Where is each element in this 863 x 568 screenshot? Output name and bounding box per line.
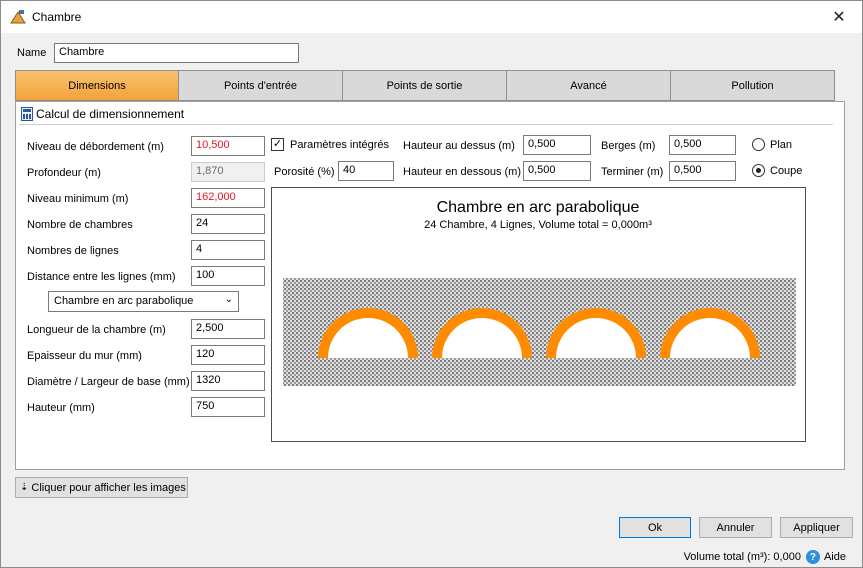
row-distance-label: Distance entre les lignes (mm) <box>27 271 176 283</box>
overflow-level-input[interactable]: 10,500 <box>191 136 265 156</box>
show-images-button[interactable]: ⇣ Cliquer pour afficher les images <box>15 477 188 498</box>
section-header: Calcul de dimensionnement <box>19 105 833 125</box>
chamber-type-select[interactable]: Chambre en arc parabolique ⌄ <box>48 291 239 312</box>
porosity-input[interactable]: 40 <box>338 161 394 181</box>
close-button[interactable]: ✕ <box>816 1 862 32</box>
tab-exit-points[interactable]: Points de sortie <box>343 70 507 101</box>
height-below-label: Hauteur en dessous (m) <box>403 166 521 178</box>
cross-section-drawing: Chambre en arc parabolique 24 Chambre, 4… <box>283 199 796 386</box>
height-input[interactable]: 750 <box>191 397 265 417</box>
cross-section-preview: Chambre en arc parabolique 24 Chambre, 4… <box>271 187 806 442</box>
section-label: Coupe <box>770 165 803 177</box>
height-below-input[interactable]: 0,500 <box>523 161 591 181</box>
row-count-label: Nombres de lignes <box>27 245 119 257</box>
banks-label: Berges (m) <box>601 140 656 152</box>
base-width-input[interactable]: 1320 <box>191 371 265 391</box>
chamber-length-input[interactable]: 2,500 <box>191 319 265 339</box>
check-icon: ✓ <box>272 138 283 150</box>
tab-bar: Dimensions Points d'entrée Points de sor… <box>15 70 835 101</box>
cancel-button[interactable]: Annuler <box>699 517 772 538</box>
chambre-dialog: Chambre ✕ Name Chambre Dimensions Points… <box>0 0 863 568</box>
porosity-label: Porosité (%) <box>274 166 335 178</box>
close-icon: ✕ <box>832 8 846 26</box>
chamber-count-label: Nombre de chambres <box>27 219 133 231</box>
total-volume-text: Volume total (m³): 0,000 <box>683 551 801 563</box>
name-label: Name <box>17 47 47 59</box>
depth-input: 1,870 <box>191 162 265 182</box>
wall-thickness-input[interactable]: 120 <box>191 345 265 365</box>
apply-button[interactable]: Appliquer <box>780 517 853 538</box>
double-chevron-down-icon: ⇣ <box>20 482 29 493</box>
finish-label: Terminer (m) <box>601 166 664 178</box>
plan-radio[interactable] <box>752 138 765 151</box>
chevron-down-icon: ⌄ <box>224 294 233 305</box>
title-bar: Chambre ✕ <box>1 1 862 33</box>
height-above-input[interactable]: 0,500 <box>523 135 591 155</box>
overflow-level-label: Niveau de débordement (m) <box>27 141 164 153</box>
tab-dimensions[interactable]: Dimensions <box>15 70 179 101</box>
height-above-label: Hauteur au dessus (m) <box>403 140 515 152</box>
chamber-count-input[interactable]: 24 <box>191 214 265 234</box>
integrated-params-label: Paramètres intégrés <box>290 139 390 151</box>
window-title: Chambre <box>32 10 82 24</box>
base-width-label: Diamètre / Largeur de base (mm) <box>27 376 190 388</box>
name-input[interactable]: Chambre <box>54 43 299 63</box>
row-distance-input[interactable]: 100 <box>191 266 265 286</box>
help-icon[interactable]: ? <box>805 550 820 564</box>
show-images-label: Cliquer pour afficher les images <box>31 481 186 494</box>
status-bar: Volume total (m³): 0,000 ? Aide <box>684 550 846 564</box>
minimum-level-label: Niveau minimum (m) <box>27 193 129 205</box>
wall-thickness-label: Epaisseur du mur (mm) <box>27 350 142 362</box>
tab-entry-points[interactable]: Points d'entrée <box>179 70 343 101</box>
plan-label: Plan <box>770 139 793 151</box>
help-link[interactable]: Aide <box>824 551 846 563</box>
minimum-level-input[interactable]: 162,000 <box>191 188 265 208</box>
preview-subtitle: 24 Chambre, 4 Lignes, Volume total = 0,0… <box>424 219 652 231</box>
app-icon <box>10 10 26 24</box>
chamber-length-label: Longueur de la chambre (m) <box>27 324 166 336</box>
height-label: Hauteur (mm) <box>27 402 95 414</box>
banks-input[interactable]: 0,500 <box>669 135 736 155</box>
integrated-params-checkbox[interactable]: ✓ <box>271 138 284 151</box>
calculator-icon <box>21 107 33 121</box>
ok-button[interactable]: Ok <box>619 517 691 538</box>
preview-title: Chambre en arc parabolique <box>437 199 640 216</box>
row-count-input[interactable]: 4 <box>191 240 265 260</box>
finish-input[interactable]: 0,500 <box>669 161 736 181</box>
chamber-type-value: Chambre en arc parabolique <box>54 295 194 307</box>
depth-label: Profondeur (m) <box>27 167 101 179</box>
tab-pollution[interactable]: Pollution <box>671 70 835 101</box>
section-radio[interactable] <box>752 164 765 177</box>
tab-advanced[interactable]: Avancé <box>507 70 671 101</box>
section-title: Calcul de dimensionnement <box>36 107 185 121</box>
